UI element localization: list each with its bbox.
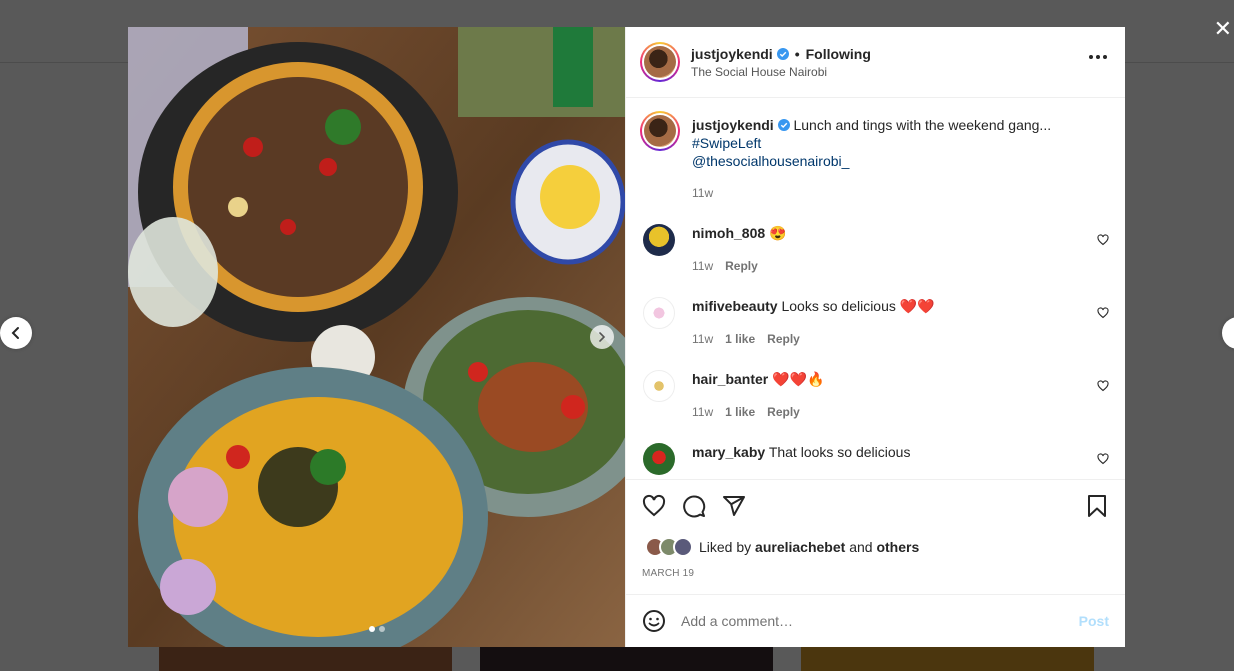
- comment-username[interactable]: mifivebeauty: [692, 298, 778, 314]
- likes-summary: Liked by aureliachebet and others: [645, 537, 919, 557]
- avatar: [673, 537, 693, 557]
- comment-item: hair_banter ❤️❤️🔥 11w 1 like Reply: [640, 370, 1109, 421]
- reply-button[interactable]: Reply: [767, 405, 800, 419]
- heart-icon: [642, 494, 666, 517]
- verified-icon: [777, 119, 790, 131]
- carousel-next-button[interactable]: [590, 325, 614, 349]
- share-icon: [723, 496, 745, 516]
- save-button[interactable]: [1085, 494, 1109, 518]
- comment-item: nimoh_808 😍 11w Reply: [640, 224, 1109, 275]
- caption-timestamp: 11w: [692, 186, 714, 200]
- heart-icon[interactable]: [1097, 307, 1109, 319]
- post-date: MARCH 19: [642, 568, 695, 579]
- more-icon: [1089, 55, 1093, 59]
- verified-icon: [776, 47, 789, 60]
- like-button[interactable]: [642, 494, 666, 518]
- comment-input[interactable]: Add a comment…: [681, 613, 793, 629]
- following-button[interactable]: Following: [806, 46, 871, 62]
- location-link[interactable]: The Social House Nairobi: [691, 65, 871, 79]
- comment-likes[interactable]: 1 like: [725, 332, 755, 346]
- avatar[interactable]: [643, 297, 675, 329]
- hashtag-link[interactable]: #SwipeLeft: [692, 134, 1051, 152]
- comment-item: mifivebeauty Looks so delicious ❤️❤️ 11w…: [640, 297, 1109, 348]
- liker-avatars: [645, 537, 693, 557]
- post-comment-button[interactable]: Post: [1079, 613, 1109, 629]
- post-media[interactable]: [128, 27, 625, 647]
- avatar[interactable]: [643, 224, 675, 256]
- likes-conjunction: and: [849, 539, 873, 555]
- comment-username[interactable]: mary_kaby: [692, 444, 765, 460]
- post-header: justjoykendi • Following The Social Hous…: [626, 27, 1125, 98]
- avatar[interactable]: [643, 370, 675, 402]
- separator-dot: •: [794, 45, 800, 62]
- comment-icon: [683, 495, 706, 518]
- caption-text: Lunch and tings with the weekend gang...: [793, 117, 1052, 133]
- comment-likes[interactable]: 1 like: [725, 405, 755, 419]
- comment-text: Looks so delicious ❤️❤️: [781, 298, 935, 314]
- liker-username[interactable]: aureliachebet: [755, 539, 845, 555]
- comment-text: ❤️❤️🔥: [772, 371, 825, 387]
- post-username[interactable]: justjoykendi: [691, 46, 773, 62]
- caption-username[interactable]: justjoykendi: [692, 117, 774, 133]
- food-photo: [128, 27, 625, 647]
- post-details-panel: justjoykendi • Following The Social Hous…: [625, 27, 1125, 647]
- comment-username[interactable]: nimoh_808: [692, 225, 765, 241]
- emoji-icon[interactable]: [642, 609, 666, 633]
- chevron-right-icon: [599, 332, 606, 342]
- comment-username[interactable]: hair_banter: [692, 371, 768, 387]
- heart-icon[interactable]: [1097, 453, 1109, 465]
- mention-link[interactable]: @thesocialhousenairobi_: [692, 152, 1051, 170]
- post-caption: justjoykendi Lunch and tings with the we…: [640, 111, 1109, 202]
- comment-text: 😍: [769, 225, 787, 241]
- comment-text: That looks so delicious: [768, 444, 911, 460]
- heart-icon[interactable]: [1097, 380, 1109, 392]
- chevron-left-icon: [11, 327, 19, 339]
- comment-timestamp: 11w: [692, 332, 714, 346]
- carousel-indicator: [369, 626, 385, 632]
- post-modal: justjoykendi • Following The Social Hous…: [128, 27, 1125, 647]
- share-button[interactable]: [722, 494, 746, 518]
- carousel-dot: [369, 626, 375, 632]
- comments-list[interactable]: justjoykendi Lunch and tings with the we…: [626, 98, 1125, 479]
- comment-timestamp: 11w: [692, 405, 714, 419]
- comment-timestamp: 11w: [692, 259, 714, 273]
- bookmark-icon: [1088, 495, 1106, 517]
- more-options-button[interactable]: [1089, 55, 1107, 59]
- reply-button[interactable]: Reply: [725, 259, 758, 273]
- post-actions: Liked by aureliachebet and others MARCH …: [626, 479, 1125, 594]
- liked-by-label: Liked by: [699, 539, 752, 555]
- avatar[interactable]: [643, 443, 675, 475]
- avatar[interactable]: [640, 42, 680, 82]
- heart-icon[interactable]: [1097, 234, 1109, 246]
- previous-post-button[interactable]: [0, 317, 32, 349]
- likes-others-link[interactable]: others: [876, 539, 919, 555]
- close-icon[interactable]: ✕: [1214, 18, 1232, 40]
- add-comment-bar: Add a comment… Post: [626, 594, 1125, 647]
- comment-button[interactable]: [682, 494, 706, 518]
- reply-button[interactable]: Reply: [767, 332, 800, 346]
- carousel-dot: [379, 626, 385, 632]
- comment-item: mary_kaby That looks so delicious: [640, 443, 1109, 475]
- avatar[interactable]: [640, 111, 680, 151]
